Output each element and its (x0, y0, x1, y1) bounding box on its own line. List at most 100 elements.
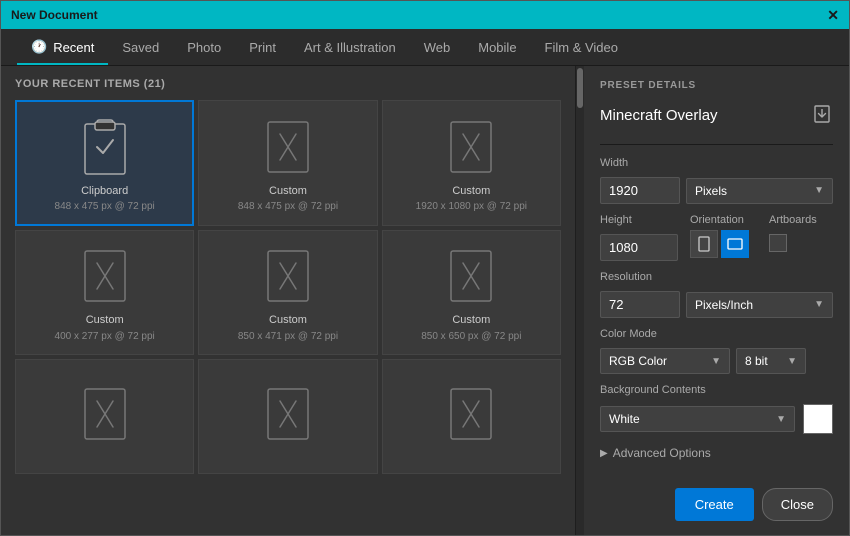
item-label: Custom (452, 313, 490, 328)
color-mode-section: Color Mode RGB Color ▼ 8 bit ▼ (600, 328, 833, 374)
left-panel: YOUR RECENT ITEMS (21) (1, 66, 576, 535)
list-item[interactable]: Custom 850 x 650 px @ 72 ppi (382, 230, 561, 354)
item-sub: 1920 x 1080 px @ 72 ppi (416, 201, 527, 212)
landscape-button[interactable] (721, 230, 749, 258)
tab-recent[interactable]: 🕐 Recent (17, 29, 108, 65)
height-orient-row: Height Orientation (600, 214, 833, 261)
color-mode-row: RGB Color ▼ 8 bit ▼ (600, 348, 833, 374)
tab-web[interactable]: Web (410, 30, 465, 65)
list-item[interactable] (198, 359, 377, 474)
orientation-label: Orientation (690, 214, 749, 226)
height-section: Height (600, 214, 680, 261)
resolution-input[interactable] (600, 291, 680, 318)
title-bar-close-button[interactable]: ✕ (827, 8, 839, 22)
list-item[interactable]: Custom 848 x 475 px @ 72 ppi (198, 100, 377, 226)
resolution-row: Pixels/Inch ▼ (600, 291, 833, 318)
divider (600, 144, 833, 145)
tab-saved[interactable]: Saved (108, 30, 173, 65)
list-item[interactable]: Custom 850 x 471 px @ 72 ppi (198, 230, 377, 354)
chevron-down-icon: ▼ (776, 414, 786, 425)
bg-contents-row: White ▼ (600, 404, 833, 434)
item-sub: 850 x 471 px @ 72 ppi (238, 331, 338, 342)
bottom-buttons: Create Close (600, 480, 833, 521)
list-item[interactable]: Custom 400 x 277 px @ 72 ppi (15, 230, 194, 354)
items-scroll[interactable]: Clipboard 848 x 475 px @ 72 ppi Custom 8… (15, 100, 561, 523)
artboards-checkbox[interactable] (769, 234, 787, 252)
tab-art[interactable]: Art & Illustration (290, 30, 410, 65)
preset-section-label: PRESET DETAILS (600, 80, 833, 91)
color-mode-dropdown[interactable]: RGB Color ▼ (600, 348, 730, 374)
bg-contents-dropdown[interactable]: White ▼ (600, 406, 795, 432)
orientation-group: Orientation (690, 214, 749, 258)
tabs-bar: 🕐 Recent Saved Photo Print Art & Illustr… (1, 29, 849, 66)
item-sub: 848 x 475 px @ 72 ppi (55, 201, 155, 212)
tab-mobile-label: Mobile (478, 40, 516, 55)
orientation-artboards-row: Orientation (690, 214, 817, 258)
advanced-label: Advanced Options (613, 446, 711, 460)
list-item[interactable] (382, 359, 561, 474)
color-mode-label: Color Mode (600, 328, 833, 340)
width-input[interactable] (600, 177, 680, 204)
item-label: Custom (86, 313, 124, 328)
list-item[interactable] (15, 359, 194, 474)
width-row: Pixels ▼ (600, 177, 833, 204)
advanced-options-row[interactable]: ▶ Advanced Options (600, 446, 833, 460)
tab-film[interactable]: Film & Video (531, 30, 632, 65)
width-unit-dropdown[interactable]: Pixels ▼ (686, 178, 833, 204)
color-mode-value: RGB Color (609, 354, 667, 368)
main-content: YOUR RECENT ITEMS (21) (1, 66, 849, 535)
item-label: Custom (452, 184, 490, 199)
bg-contents-section: Background Contents White ▼ (600, 384, 833, 434)
artboards-group: Artboards (769, 214, 817, 252)
tab-photo-label: Photo (187, 40, 221, 55)
orientation-buttons (690, 230, 749, 258)
list-item[interactable]: Clipboard 848 x 475 px @ 72 ppi (15, 100, 194, 226)
chevron-down-icon: ▼ (814, 299, 824, 310)
bg-contents-label: Background Contents (600, 384, 833, 396)
item-label: Custom (269, 313, 307, 328)
chevron-down-icon: ▼ (814, 185, 824, 196)
tab-saved-label: Saved (122, 40, 159, 55)
tab-mobile[interactable]: Mobile (464, 30, 530, 65)
save-preset-button[interactable] (811, 103, 833, 128)
bit-depth-dropdown[interactable]: 8 bit ▼ (736, 348, 806, 374)
create-button[interactable]: Create (675, 488, 754, 521)
height-input[interactable] (600, 234, 678, 261)
scrollbar-track[interactable] (576, 66, 584, 535)
tab-print[interactable]: Print (235, 30, 290, 65)
artboards-label: Artboards (769, 214, 817, 226)
tab-print-label: Print (249, 40, 276, 55)
item-sub: 400 x 277 px @ 72 ppi (55, 331, 155, 342)
item-sub: 848 x 475 px @ 72 ppi (238, 201, 338, 212)
new-document-dialog: New Document ✕ 🕐 Recent Saved Photo Prin… (0, 0, 850, 536)
tab-photo[interactable]: Photo (173, 30, 235, 65)
tab-recent-label: Recent (53, 40, 94, 55)
preset-name: Minecraft Overlay (600, 107, 718, 124)
width-label: Width (600, 157, 833, 169)
right-panel: PRESET DETAILS Minecraft Overlay Width (584, 66, 849, 535)
preset-name-row: Minecraft Overlay (600, 103, 833, 128)
resolution-label: Resolution (600, 271, 833, 283)
chevron-down-icon: ▼ (787, 356, 797, 367)
portrait-button[interactable] (690, 230, 718, 258)
tab-web-label: Web (424, 40, 451, 55)
width-section: Width Pixels ▼ (600, 157, 833, 204)
resolution-section: Resolution Pixels/Inch ▼ (600, 271, 833, 318)
resolution-unit-label: Pixels/Inch (695, 298, 753, 312)
resolution-unit-dropdown[interactable]: Pixels/Inch ▼ (686, 292, 833, 318)
bit-depth-value: 8 bit (745, 354, 768, 368)
dialog-title: New Document (11, 8, 98, 22)
recent-header: YOUR RECENT ITEMS (21) (15, 78, 561, 90)
white-color-swatch[interactable] (803, 404, 833, 434)
title-bar: New Document ✕ (1, 1, 849, 29)
tab-film-label: Film & Video (545, 40, 618, 55)
item-sub: 850 x 650 px @ 72 ppi (421, 331, 521, 342)
list-item[interactable]: Custom 1920 x 1080 px @ 72 ppi (382, 100, 561, 226)
close-button[interactable]: Close (762, 488, 833, 521)
chevron-down-icon: ▼ (711, 356, 721, 367)
recent-tab-icon: 🕐 (31, 39, 47, 55)
scrollbar-thumb[interactable] (577, 68, 583, 108)
items-grid: Clipboard 848 x 475 px @ 72 ppi Custom 8… (15, 100, 561, 474)
chevron-right-icon: ▶ (600, 448, 608, 459)
item-label: Custom (269, 184, 307, 199)
